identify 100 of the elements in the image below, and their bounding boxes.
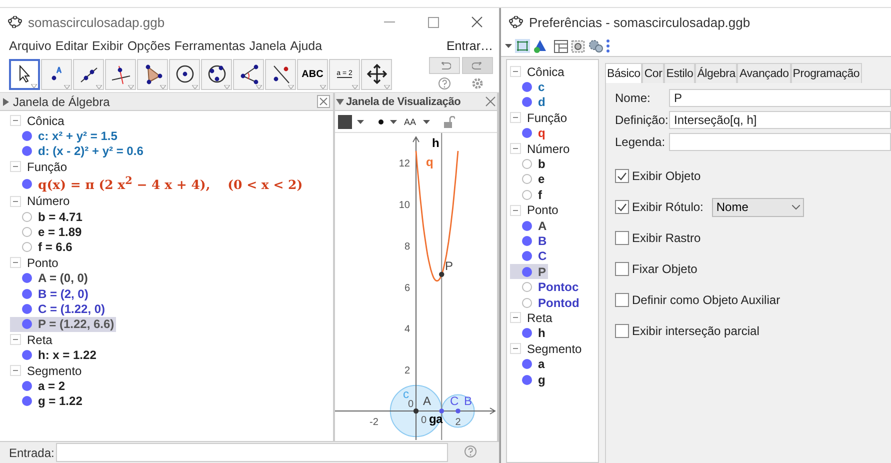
angle-tool-button[interactable] bbox=[233, 58, 264, 90]
visibility-toggle[interactable] bbox=[522, 282, 532, 292]
group-label[interactable]: Função bbox=[527, 110, 568, 125]
object-row[interactable]: A = (0, 0) bbox=[10, 270, 90, 286]
collapse-icon[interactable] bbox=[510, 66, 521, 78]
graph-drawing[interactable]: 12 10 8 6 4 2 -2 2 h q P c 0 A 0 ga C B bbox=[335, 133, 497, 440]
text-field[interactable] bbox=[669, 133, 891, 151]
tab[interactable]: Álgebra bbox=[695, 63, 738, 83]
close-icon[interactable] bbox=[471, 16, 483, 28]
text-tool-button[interactable]: ABC bbox=[297, 58, 328, 90]
object-row[interactable]: C = (1.22, 0) bbox=[10, 301, 108, 317]
tab[interactable]: Cor bbox=[642, 63, 664, 83]
collapse-icon[interactable] bbox=[10, 334, 21, 346]
object-row[interactable]: P bbox=[510, 264, 548, 280]
collapse-icon[interactable] bbox=[510, 312, 521, 324]
layout-icon[interactable] bbox=[554, 40, 568, 52]
close-icon[interactable] bbox=[485, 96, 496, 107]
group-label[interactable]: Reta bbox=[527, 310, 552, 325]
menu-item[interactable]: Opções bbox=[127, 39, 170, 53]
collapse-icon[interactable] bbox=[10, 196, 21, 207]
lock-icon[interactable] bbox=[443, 116, 456, 128]
object-row[interactable]: q bbox=[510, 126, 548, 141]
tab[interactable]: Programação bbox=[790, 63, 862, 83]
input-field[interactable] bbox=[56, 443, 448, 462]
collapse-icon[interactable] bbox=[10, 161, 21, 172]
settings-icon[interactable] bbox=[588, 39, 603, 53]
visibility-toggle[interactable] bbox=[22, 131, 32, 142]
point-marker[interactable] bbox=[456, 408, 460, 414]
visibility-toggle[interactable] bbox=[22, 304, 32, 314]
visibility-toggle[interactable] bbox=[522, 190, 532, 200]
dropdown-arrow-icon[interactable] bbox=[357, 120, 364, 124]
collapse-icon[interactable] bbox=[336, 98, 344, 104]
object-row[interactable]: A bbox=[510, 218, 549, 234]
tab[interactable]: Avançado bbox=[737, 63, 791, 83]
reflect-tool-button[interactable] bbox=[265, 58, 296, 90]
help-icon[interactable] bbox=[438, 77, 451, 90]
more-icon[interactable] bbox=[606, 39, 610, 53]
visibility-toggle[interactable] bbox=[22, 179, 32, 190]
perpendicular-tool-button[interactable] bbox=[105, 58, 136, 90]
visibility-toggle[interactable] bbox=[22, 350, 32, 360]
menu-item[interactable]: Editar bbox=[55, 39, 88, 53]
settings-icon[interactable] bbox=[471, 77, 484, 90]
collapse-icon[interactable] bbox=[10, 257, 21, 268]
circle-shape[interactable] bbox=[441, 394, 475, 428]
visibility-toggle[interactable] bbox=[22, 380, 32, 391]
visibility-toggle[interactable] bbox=[522, 236, 532, 246]
object-row[interactable]: B bbox=[510, 233, 549, 249]
object-row[interactable]: b bbox=[510, 156, 548, 172]
visibility-toggle[interactable] bbox=[22, 273, 32, 284]
checkbox[interactable] bbox=[615, 231, 629, 245]
collapse-icon[interactable] bbox=[510, 143, 521, 154]
visibility-toggle[interactable] bbox=[522, 251, 532, 262]
visibility-toggle[interactable] bbox=[22, 227, 32, 238]
checkbox[interactable] bbox=[615, 293, 629, 307]
visibility-toggle[interactable] bbox=[522, 359, 532, 370]
checkbox[interactable] bbox=[615, 262, 629, 276]
visibility-toggle[interactable] bbox=[22, 242, 32, 252]
tab[interactable]: Estilo bbox=[664, 63, 696, 83]
object-row[interactable]: e = 1.89 bbox=[10, 224, 84, 240]
checkbox[interactable] bbox=[615, 169, 629, 183]
group-label[interactable]: Ponto bbox=[27, 256, 58, 270]
object-row[interactable]: c bbox=[510, 79, 547, 95]
move-tool-button[interactable] bbox=[9, 58, 40, 90]
group-label[interactable]: Número bbox=[527, 142, 570, 156]
object-row[interactable]: C bbox=[510, 248, 549, 264]
dropdown-triangle-icon[interactable] bbox=[31, 84, 37, 88]
point-marker[interactable] bbox=[413, 408, 419, 414]
point-tool-button[interactable] bbox=[41, 58, 72, 90]
point-marker[interactable] bbox=[439, 408, 444, 414]
visibility-toggle[interactable] bbox=[522, 298, 532, 308]
label-dropdown[interactable]: Nome bbox=[712, 198, 804, 216]
menu-item[interactable]: Ajuda bbox=[290, 39, 322, 53]
object-row[interactable]: h: x = 1.22 bbox=[10, 347, 98, 363]
object-row[interactable]: a bbox=[510, 356, 547, 372]
visibility-toggle[interactable] bbox=[522, 128, 532, 138]
visibility-toggle[interactable] bbox=[522, 174, 532, 184]
collapse-icon[interactable] bbox=[510, 204, 521, 216]
vertical-line[interactable] bbox=[441, 133, 442, 440]
dropdown-arrow-icon[interactable] bbox=[505, 44, 512, 48]
group-label[interactable]: Segmento bbox=[527, 342, 582, 356]
object-row[interactable]: Pontoc bbox=[510, 279, 581, 295]
group-label[interactable]: Ponto bbox=[527, 203, 558, 218]
object-row[interactable]: b = 4.71 bbox=[10, 208, 84, 224]
graphics-settings-icon[interactable] bbox=[515, 39, 530, 53]
line-tool-button[interactable] bbox=[73, 58, 104, 90]
polygon-tool-button[interactable] bbox=[137, 58, 168, 90]
color-swatch-icon[interactable] bbox=[338, 114, 352, 128]
shape-icon[interactable] bbox=[533, 39, 547, 53]
visibility-toggle[interactable] bbox=[522, 328, 532, 338]
menu-item[interactable]: Janela bbox=[249, 39, 286, 53]
object-row[interactable]: e bbox=[510, 172, 547, 188]
help-icon[interactable] bbox=[464, 444, 478, 458]
object-row[interactable]: d bbox=[510, 94, 548, 110]
object-row[interactable]: P = (1.22, 6.6) bbox=[10, 316, 116, 332]
function-curve[interactable] bbox=[415, 150, 459, 282]
visibility-toggle[interactable] bbox=[522, 159, 532, 170]
object-row[interactable]: Pontod bbox=[510, 294, 582, 310]
collapse-icon[interactable] bbox=[510, 112, 521, 124]
object-row[interactable]: c: x² + y² = 1.5 bbox=[10, 128, 120, 144]
checkbox[interactable] bbox=[615, 324, 629, 338]
